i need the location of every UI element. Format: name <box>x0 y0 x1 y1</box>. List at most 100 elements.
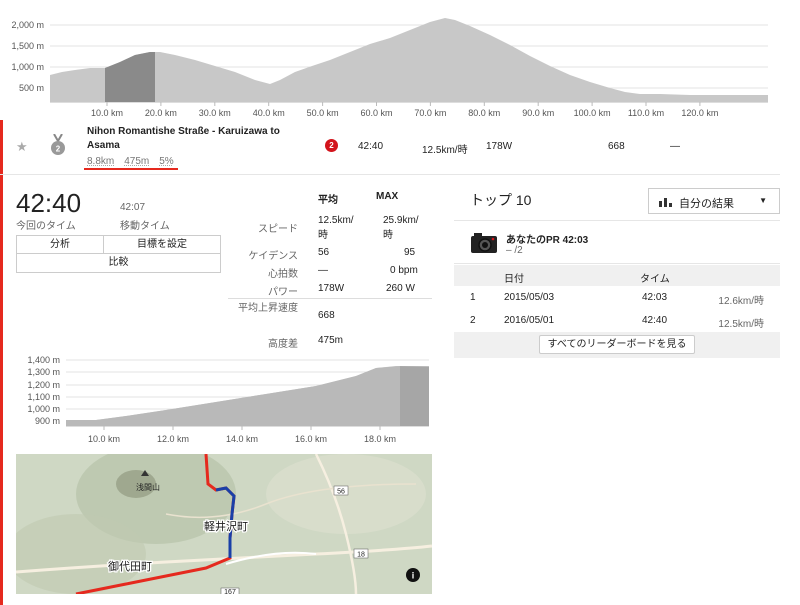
row-date[interactable]: 2016/05/01 <box>504 315 554 326</box>
segment-meta: 8.8km 475m 5% <box>87 156 174 167</box>
x-tick-label: 18.0 km <box>364 434 396 444</box>
x-tick-label: 120.0 km <box>681 108 718 118</box>
row-speed: 12.5km/時 <box>718 319 764 330</box>
y-tick-label: 1,400 m <box>27 355 60 365</box>
segment-highlight <box>105 52 155 102</box>
elapsed-time: 42:40 <box>16 188 82 218</box>
rank-badge: 2 <box>325 139 338 152</box>
heart-rate-max: 0 bpm <box>390 265 418 276</box>
x-tick-label: 16.0 km <box>295 434 327 444</box>
segment-name-link[interactable]: Nihon Romantishe Straße - Karuizawa to A… <box>87 125 297 153</box>
date-column-header: 日付 <box>504 274 524 285</box>
row-rank: 2 <box>470 315 476 326</box>
svg-text:2: 2 <box>56 145 61 154</box>
avg-column-header: 平均 <box>318 195 338 206</box>
segment-elevation: 475m <box>124 156 150 167</box>
row-rank: 1 <box>470 292 476 303</box>
segment-elevation-profile[interactable]: 1,400 m 1,300 m 1,200 m 1,100 m 1,000 m 900 m… <box>16 350 436 450</box>
x-tick-label: 80.0 km <box>468 108 500 118</box>
cadence-avg: 56 <box>318 247 330 258</box>
power-label: パワー <box>268 287 298 298</box>
moving-time: 42:07 <box>120 202 146 213</box>
svg-text:軽井沢町: 軽井沢町 <box>204 519 248 533</box>
x-tick-label: 110.0 km <box>628 108 664 118</box>
compare-button[interactable]: 比較 <box>16 254 221 273</box>
x-tick-label: 100.0 km <box>574 108 611 118</box>
pr-sub: – /2 <box>506 245 523 256</box>
elevation-diff-label: 高度差 <box>268 339 298 350</box>
x-tick-label: 20.0 km <box>145 108 177 118</box>
segment-elevation-fill <box>66 366 400 426</box>
y-tick-label: 2,000 m <box>11 20 44 30</box>
camera-icon <box>470 231 498 260</box>
personal-record: あなたのPR 42:03 – /2 <box>454 220 780 264</box>
svg-text:御代田町: 御代田町 <box>108 559 152 573</box>
power-max: 260 W <box>386 283 415 294</box>
segment-value: 668 <box>608 141 625 152</box>
pr-label: あなたのPR 42:03 <box>506 235 589 246</box>
x-tick-label: 30.0 km <box>199 108 231 118</box>
route-map[interactable]: 56 18 167 浅間山 軽井沢町 御代田町 i <box>16 454 432 594</box>
heart-rate-avg: — <box>318 265 328 276</box>
y-tick-label: 1,200 m <box>27 380 60 390</box>
dropdown-label: 自分の結果 <box>679 198 734 210</box>
segment-meta-underline <box>84 168 178 170</box>
x-tick-label: 70.0 km <box>414 108 446 118</box>
cadence-max: 95 <box>404 247 416 258</box>
segment-time: 42:40 <box>358 141 384 152</box>
medal-icon: 2 <box>50 133 66 161</box>
y-tick-label: 1,500 m <box>11 41 44 51</box>
analysis-button[interactable]: 分析 <box>16 235 104 254</box>
speed-avg: 12.5km/時 <box>318 215 354 241</box>
activity-elevation-profile[interactable]: 2,000 m 1,500 m 1,000 m 500 m 10.0 km 20.0 km… <box>0 0 780 120</box>
moving-time-label: 移動タイム <box>120 221 170 232</box>
selected-indicator <box>0 120 3 605</box>
svg-text:浅間山: 浅間山 <box>136 482 160 492</box>
star-icon[interactable]: ★ <box>16 139 28 155</box>
power-avg: 178W <box>318 283 345 294</box>
cadence-label: ケイデンス <box>248 251 298 262</box>
stats-divider <box>228 298 432 299</box>
leaderboard-row[interactable]: 2 2016/05/01 42:40 12.5km/時 <box>454 309 780 332</box>
info-icon[interactable]: i <box>406 568 420 587</box>
leaderboard-row[interactable]: 1 2015/05/03 42:03 12.6km/時 <box>454 286 780 309</box>
x-tick-label: 14.0 km <box>226 434 258 444</box>
row-time: 42:40 <box>642 315 668 326</box>
heart-rate-label: 心拍数 <box>268 269 298 280</box>
y-tick-label: 500 m <box>19 83 44 93</box>
speed-max: 25.9km/時 <box>383 215 419 241</box>
segment-distance: 8.8km <box>87 156 115 167</box>
row-time: 42:03 <box>642 292 668 303</box>
y-tick-label: 1,000 m <box>11 62 44 72</box>
caret-down-icon: ▼ <box>759 196 767 205</box>
segment-power: 178W <box>486 141 513 152</box>
y-tick-label: 1,300 m <box>27 367 60 377</box>
results-filter-dropdown[interactable]: 自分の結果 ▼ <box>648 188 780 214</box>
elevation-area <box>50 18 768 102</box>
x-tick-label: 12.0 km <box>157 434 189 444</box>
x-tick-label: 10.0 km <box>88 434 120 444</box>
vam-value: 668 <box>318 310 335 321</box>
row-speed: 12.6km/時 <box>718 296 764 307</box>
vam-label: 平均上昇速度 <box>238 303 298 314</box>
segment-speed: 12.5km/時 <box>422 145 468 156</box>
x-tick-label: 40.0 km <box>253 108 285 118</box>
bar-chart-icon <box>659 197 673 210</box>
elapsed-time-label: 今回のタイム <box>16 221 76 232</box>
svg-text:i: i <box>412 571 415 581</box>
y-tick-label: 900 m <box>35 416 60 426</box>
top10-title: トップ 10 <box>470 192 532 208</box>
view-full-leaderboard-button[interactable]: すべてのリーダーボードを見る <box>539 335 695 354</box>
y-tick-label: 1,100 m <box>27 392 60 402</box>
row-date[interactable]: 2015/05/03 <box>504 292 554 303</box>
max-column-header: MAX <box>376 191 399 202</box>
leaderboard-header: 日付 タイム <box>454 265 780 286</box>
svg-text:18: 18 <box>357 552 365 559</box>
x-tick-label: 10.0 km <box>91 108 123 118</box>
set-goal-button[interactable]: 目標を設定 <box>104 235 221 254</box>
y-tick-label: 1,000 m <box>27 404 60 414</box>
segment-grade: 5% <box>159 156 174 167</box>
map-canvas[interactable]: 56 18 167 浅間山 軽井沢町 御代田町 <box>16 454 432 594</box>
svg-text:56: 56 <box>337 489 345 496</box>
x-tick-label: 50.0 km <box>307 108 339 118</box>
